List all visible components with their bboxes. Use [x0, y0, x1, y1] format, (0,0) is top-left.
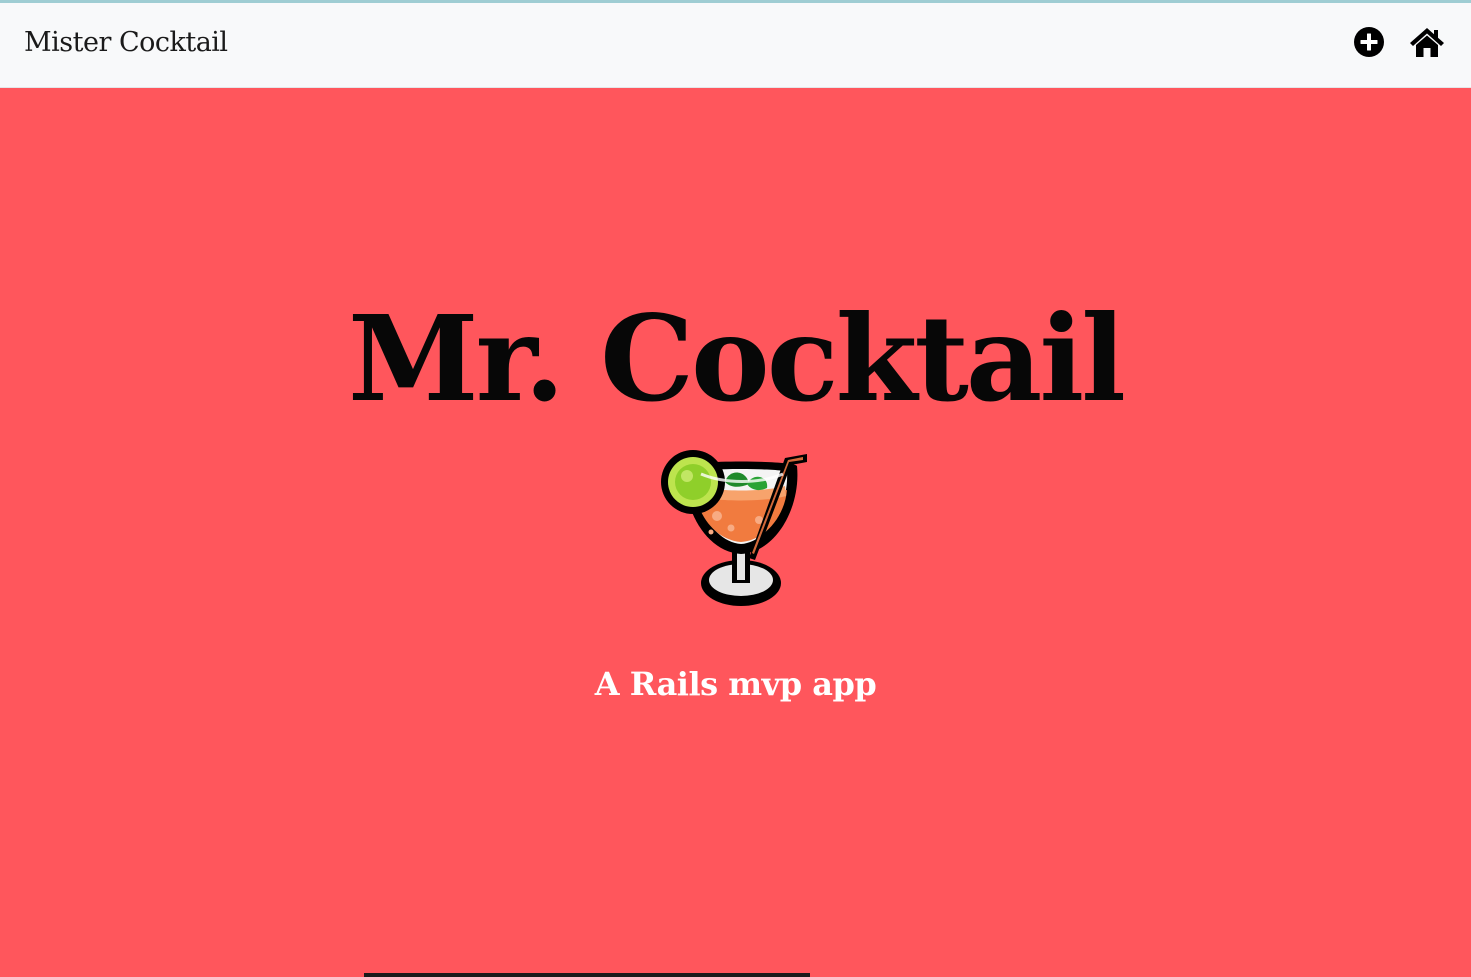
brand-link[interactable]: Mister Cocktail — [24, 27, 228, 58]
home-icon[interactable] — [1408, 25, 1446, 59]
bottom-scrollbar — [364, 973, 810, 977]
navbar: Mister Cocktail — [0, 3, 1471, 88]
tropical-drink-icon — [655, 448, 817, 618]
hero-banner: Mr. Cocktail A Rails mvp app — [0, 88, 1471, 977]
hero-title: Mr. Cocktail — [348, 289, 1126, 428]
plus-circle-icon[interactable] — [1352, 25, 1386, 59]
hero-subtitle: A Rails mvp app — [594, 665, 877, 703]
